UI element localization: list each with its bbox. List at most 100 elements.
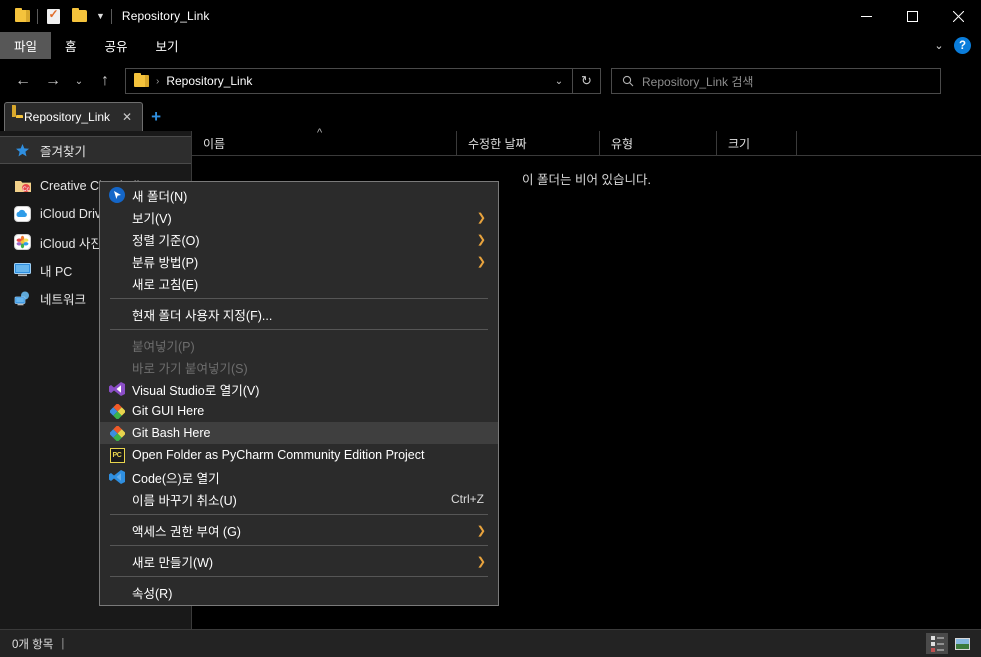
menu-separator (110, 329, 488, 330)
menu-item-undo-rename[interactable]: 이름 바꾸기 취소(U) Ctrl+Z (100, 488, 498, 510)
up-arrow-icon[interactable]: ↑ (90, 66, 120, 96)
menu-item-open-folder-as-pycharm-project[interactable]: PC Open Folder as PyCharm Community Edit… (100, 444, 498, 466)
chevron-down-icon[interactable]: ⌄ (546, 69, 572, 93)
menu-item-label: 새로 만들기(W) (132, 555, 214, 570)
tab-label: Repository_Link (24, 110, 111, 124)
address-bar: ← → ⌄ ↑ › Repository_Link ⌄ ↻ Repository… (0, 59, 981, 103)
search-icon (622, 75, 634, 87)
column-header-date-modified[interactable]: 수정한 날짜 (457, 130, 600, 156)
sidebar-item-favorites[interactable]: 즐겨찾기 (0, 136, 191, 164)
menu-item-view[interactable]: 보기(V) ❯ (100, 206, 498, 228)
menu-separator (110, 576, 488, 577)
menu-item-label: 속성(R) (132, 586, 173, 601)
menu-item-give-access-to[interactable]: 액세스 권한 부여 (G) ❯ (100, 519, 498, 541)
breadcrumb[interactable]: › Repository_Link ⌄ (125, 68, 573, 94)
menu-item-label: 붙여넣기(P) (132, 339, 195, 354)
window-controls (843, 0, 981, 32)
chevron-right-icon: ❯ (476, 233, 486, 246)
chevron-down-icon[interactable]: ⌄ (924, 32, 954, 59)
search-input[interactable]: Repository_Link 검색 (611, 68, 941, 94)
menu-icon-slot (106, 358, 128, 376)
sidebar-item-label: 네트워크 (40, 292, 87, 307)
menu-separator (110, 514, 488, 515)
menu-icon-slot (106, 208, 128, 226)
maximize-icon[interactable] (889, 0, 935, 32)
menu-item-label: Open Folder as PyCharm Community Edition… (132, 448, 425, 462)
menu-item-git-gui-here[interactable]: Git GUI Here (100, 400, 498, 422)
column-label: 수정한 날짜 (468, 136, 527, 151)
tab-view[interactable]: 보기 (142, 32, 193, 59)
tab-share[interactable]: 공유 (91, 32, 142, 59)
document-check-icon[interactable] (40, 6, 66, 26)
menu-item-sort-by[interactable]: 정렬 기준(O) ❯ (100, 228, 498, 250)
refresh-icon[interactable]: ↻ (573, 68, 601, 94)
sidebar-item-label: 즐겨찾기 (40, 144, 87, 159)
menu-icon-slot (106, 490, 128, 508)
tab-strip: Repository_Link ✕ + (0, 101, 981, 131)
quick-access-toolbar: ▼ (0, 6, 114, 26)
menu-item-label: Git GUI Here (132, 404, 205, 418)
minimize-icon[interactable] (843, 0, 889, 32)
menu-item-label: 이름 바꾸기 취소(U) (132, 493, 237, 508)
icloud-drive-icon (14, 206, 31, 223)
menu-icon-slot (106, 521, 128, 539)
folder-icon[interactable] (9, 6, 35, 26)
status-separator: | (61, 637, 65, 650)
chevron-right-icon: ❯ (476, 555, 486, 568)
menu-item-paste-shortcut: 바로 가기 붙여넣기(S) (100, 356, 498, 378)
vscode-icon (106, 468, 128, 486)
large-icons-view-button[interactable] (951, 633, 973, 654)
breadcrumb-path[interactable]: Repository_Link (166, 74, 252, 88)
menu-item-label: 바로 가기 붙여넣기(S) (132, 361, 248, 376)
recent-locations-icon[interactable]: ⌄ (68, 66, 90, 96)
close-icon[interactable]: ✕ (118, 110, 136, 124)
tab-home[interactable]: 홈 (51, 32, 91, 59)
ribbon-right-controls: ⌄ ? (924, 32, 981, 59)
menu-item-group-by[interactable]: 분류 방법(P) ❯ (100, 250, 498, 272)
help-button[interactable]: ? (954, 37, 971, 54)
column-header-size[interactable]: 크기 (717, 130, 797, 156)
back-arrow-icon[interactable]: ← (8, 66, 38, 96)
menu-item-label: 현재 폴더 사용자 지정(F)... (132, 308, 273, 323)
folder-icon (134, 72, 149, 87)
creative-cloud-folder-icon: Cc (14, 178, 31, 195)
menu-item-properties[interactable]: 속성(R) (100, 581, 498, 603)
column-label: 이름 (203, 136, 226, 151)
tab-label: 보기 (155, 40, 179, 54)
menu-item-open-with-code[interactable]: Code(으)로 열기 (100, 466, 498, 488)
menu-item-git-bash-here[interactable]: Git Bash Here (100, 422, 498, 444)
close-icon[interactable] (935, 0, 981, 32)
menu-item-label: 정렬 기준(O) (132, 233, 200, 248)
new-folder-icon (106, 186, 128, 204)
column-header-name[interactable]: 이름 ^ (192, 127, 457, 156)
menu-icon-slot (106, 583, 128, 601)
forward-arrow-icon[interactable]: → (38, 66, 68, 96)
menu-item-open-with-visual-studio[interactable]: Visual Studio로 열기(V) (100, 378, 498, 400)
menu-item-new[interactable]: 새로 만들기(W) ❯ (100, 550, 498, 572)
column-header-type[interactable]: 유형 (600, 130, 717, 156)
tab-label: 파일 (14, 40, 38, 54)
sidebar-item-label: iCloud Drive (40, 207, 109, 221)
chevron-right-icon: ❯ (476, 211, 486, 224)
menu-item-new-folder[interactable]: 새 폴더(N) (100, 184, 498, 206)
title-bar: ▼ Repository_Link (0, 0, 981, 32)
tab-file[interactable]: 파일 (0, 32, 52, 59)
visual-studio-icon (106, 380, 128, 398)
folder-icon[interactable] (66, 6, 92, 26)
menu-item-customize-folder[interactable]: 현재 폴더 사용자 지정(F)... (100, 303, 498, 325)
network-icon (14, 290, 31, 307)
chevron-right-icon: ❯ (476, 524, 486, 537)
details-view-button[interactable] (926, 633, 948, 654)
sidebar-item-label: 내 PC (40, 264, 73, 279)
svg-text:Cc: Cc (22, 187, 29, 193)
menu-item-label: Visual Studio로 열기(V) (132, 383, 260, 398)
new-tab-button[interactable]: + (143, 102, 169, 131)
menu-item-label: 분류 방법(P) (132, 255, 199, 270)
status-bar: 0개 항목 | (0, 629, 981, 657)
dropdown-arrow-icon[interactable]: ▼ (92, 11, 109, 21)
git-icon (106, 402, 128, 420)
menu-item-label: Code(으)로 열기 (132, 471, 220, 486)
tab-repository-link[interactable]: Repository_Link ✕ (4, 102, 144, 131)
menu-item-refresh[interactable]: 새로 고침(E) (100, 272, 498, 294)
